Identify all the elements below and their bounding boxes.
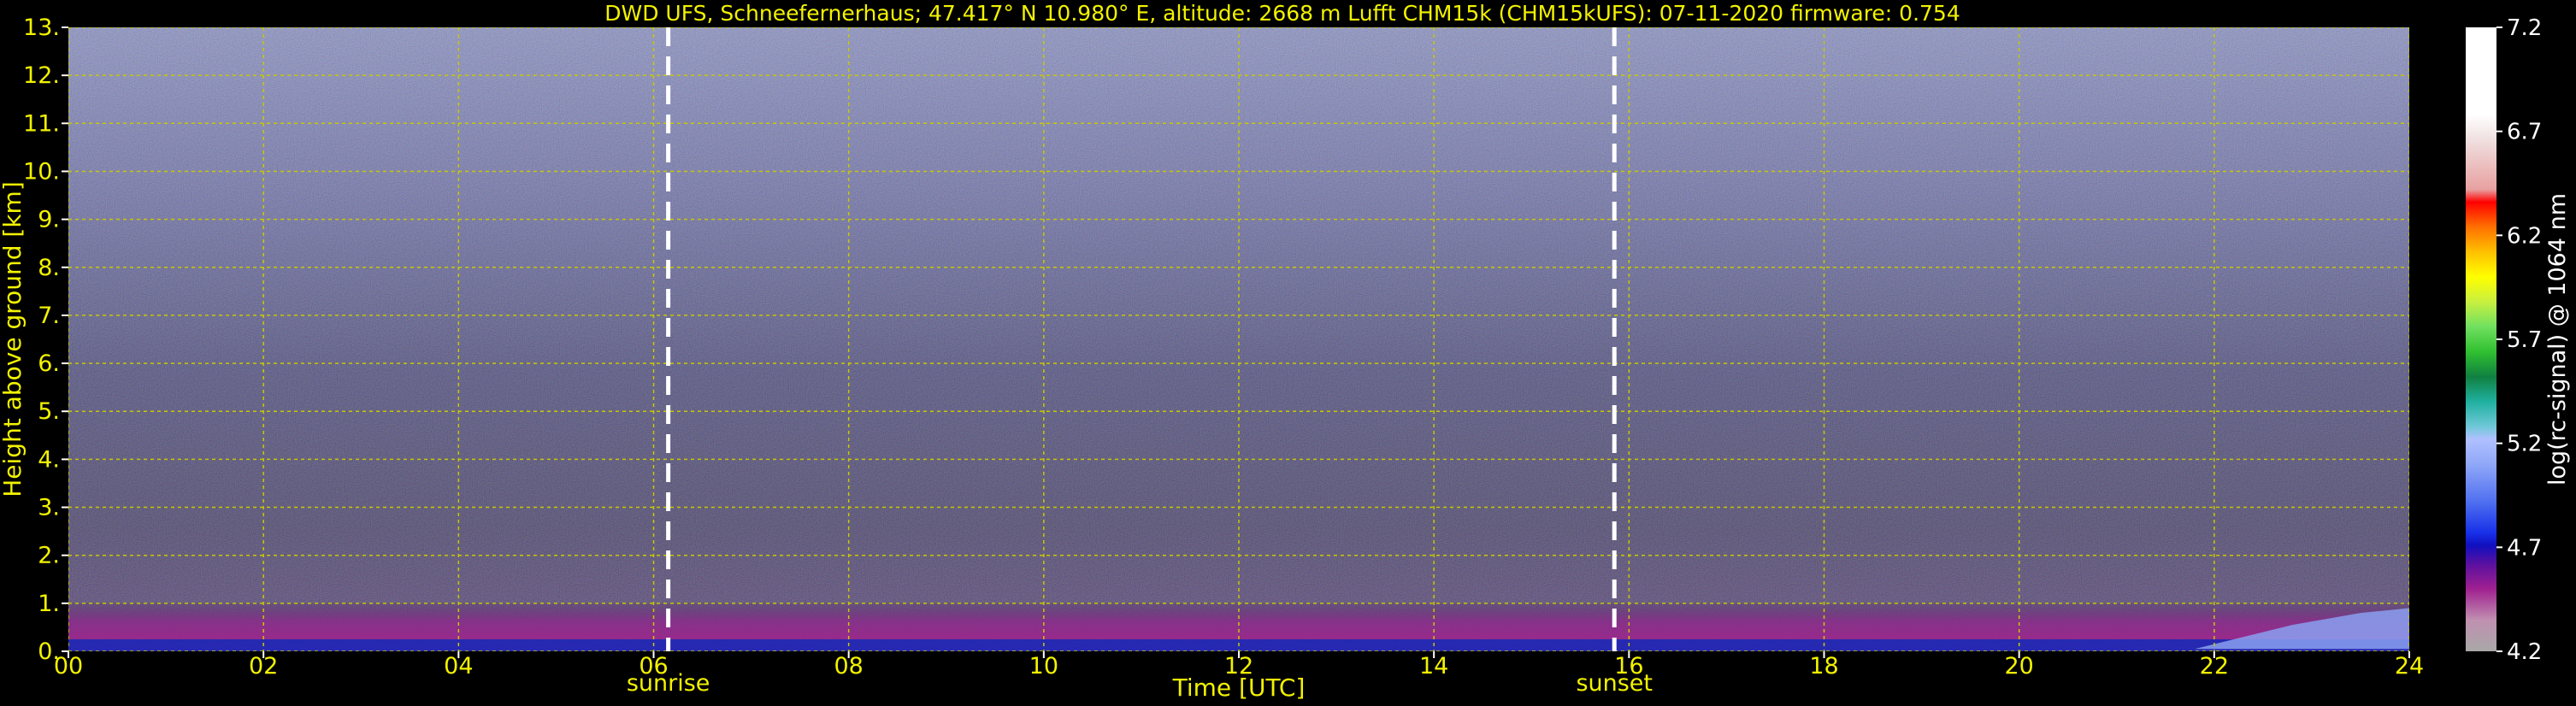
- y-tick-label: 11.: [23, 110, 60, 137]
- colorbar-tick-label: 4.2: [2507, 639, 2542, 665]
- x-tick-label: 24: [2395, 653, 2424, 680]
- colorbar-tick-label: 5.2: [2507, 432, 2542, 457]
- y-tick-label: 12.: [23, 62, 60, 89]
- colorbar-tick-label: 6.2: [2507, 223, 2542, 249]
- x-tick-label: 22: [2200, 653, 2229, 680]
- y-tick-label: 6.: [38, 350, 60, 377]
- y-tick-label: 7.: [38, 303, 60, 329]
- colorbar-tick-label: 6.7: [2507, 120, 2542, 145]
- y-tick-label: 13.: [23, 15, 60, 41]
- y-tick-label: 10.: [23, 158, 60, 185]
- plot-area: [68, 27, 2409, 651]
- y-tick-label: 8.: [38, 255, 60, 281]
- lidar-chart: DWD UFS, Schneefernerhaus; 47.417° N 10.…: [0, 1, 2571, 702]
- heatmap-noise: [68, 27, 2409, 651]
- y-tick-label: 3.: [38, 495, 60, 521]
- y-tick-labels: 0. 1. 2. 3. 4. 5. 6. 7. 8. 9. 10. 11. 12. 13.: [23, 15, 68, 665]
- colorbar-ticks: 4.2 4.7 5.2 5.7 6.2 6.7 7.2: [2496, 15, 2542, 665]
- x-tick-label: 04: [444, 653, 473, 680]
- chart-title: DWD UFS, Schneefernerhaus; 47.417° N 10.…: [604, 1, 1960, 26]
- y-tick-label: 4.: [38, 446, 60, 473]
- x-tick-label: 14: [1419, 653, 1448, 680]
- y-tick-label: 1.: [38, 591, 60, 617]
- x-tick-label: 02: [249, 653, 278, 680]
- x-axis-label: Time [UTC]: [1172, 674, 1306, 702]
- colorbar: [2466, 27, 2496, 651]
- x-tick-label: 08: [834, 653, 863, 680]
- y-tick-label: 0.: [38, 638, 60, 665]
- x-tick-label: 20: [2004, 653, 2033, 680]
- colorbar-tick-label: 7.2: [2507, 15, 2542, 41]
- colorbar-label: log(rc-signal) @ 1064 nm: [2544, 193, 2571, 485]
- colorbar-tick-label: 4.7: [2507, 535, 2542, 561]
- y-axis-label: Height above ground [km]: [0, 181, 27, 497]
- y-tick-label: 2.: [38, 543, 60, 569]
- x-tick-label: 16: [1614, 653, 1643, 680]
- y-tick-label: 9.: [38, 207, 60, 233]
- colorbar-tick-label: 5.7: [2507, 327, 2542, 353]
- x-tick-label: 06: [639, 653, 668, 680]
- y-tick-label: 5.: [38, 398, 60, 425]
- x-tick-label: 10: [1029, 653, 1058, 680]
- x-tick-label: 18: [1809, 653, 1838, 680]
